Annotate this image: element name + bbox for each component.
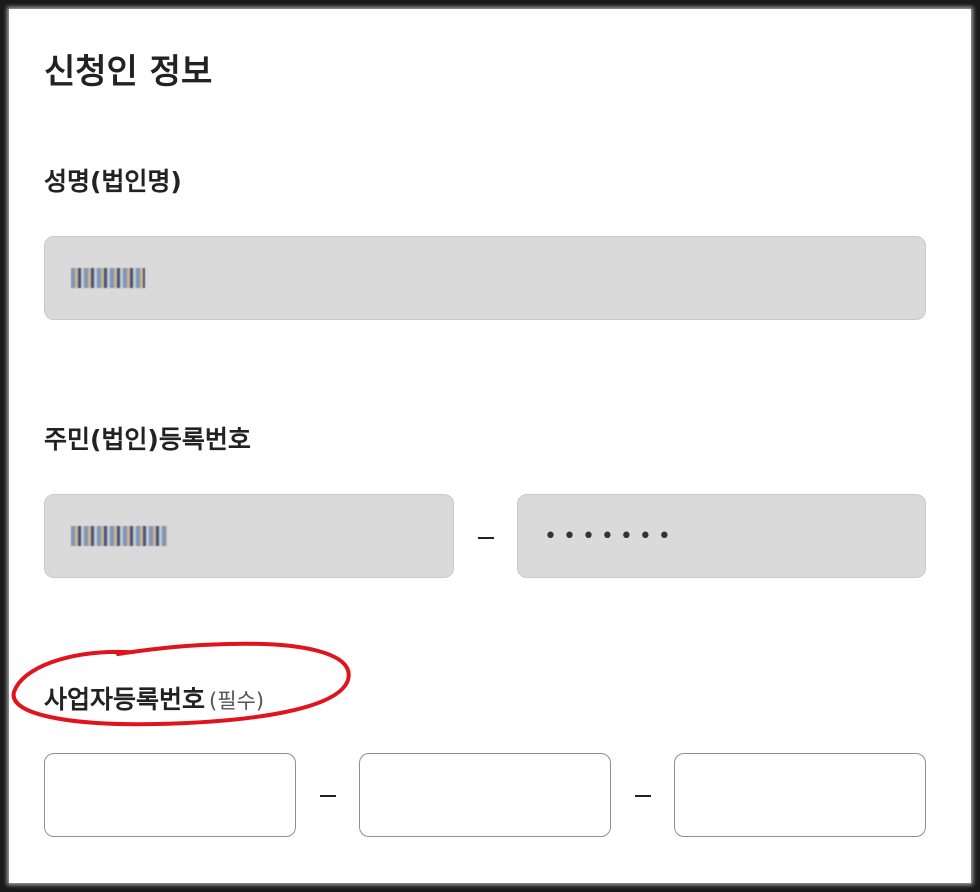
- resident-number-dash: [478, 537, 494, 539]
- page-title: 신청인 정보: [44, 52, 213, 92]
- resident-number-front-field: [44, 494, 454, 578]
- business-number-part2-input[interactable]: [359, 753, 611, 837]
- business-number-label-text: 사업자등록번호: [44, 685, 206, 714]
- name-label: 성명(법인명): [44, 167, 182, 196]
- business-number-dash-2: [635, 795, 651, 797]
- business-number-part3-input[interactable]: [674, 753, 926, 837]
- resident-number-front-masked: [71, 526, 167, 546]
- business-number-part1-input[interactable]: [44, 753, 296, 837]
- business-number-label: 사업자등록번호 (필수): [44, 680, 264, 716]
- business-number-dash-1: [320, 795, 336, 797]
- name-field: [44, 236, 926, 320]
- required-note: (필수): [209, 689, 265, 713]
- name-value-masked: [71, 268, 145, 288]
- resident-number-back-field: •••••••: [517, 494, 926, 578]
- resident-number-label: 주민(법인)등록번호: [44, 425, 251, 454]
- resident-number-back-value: •••••••: [544, 523, 677, 549]
